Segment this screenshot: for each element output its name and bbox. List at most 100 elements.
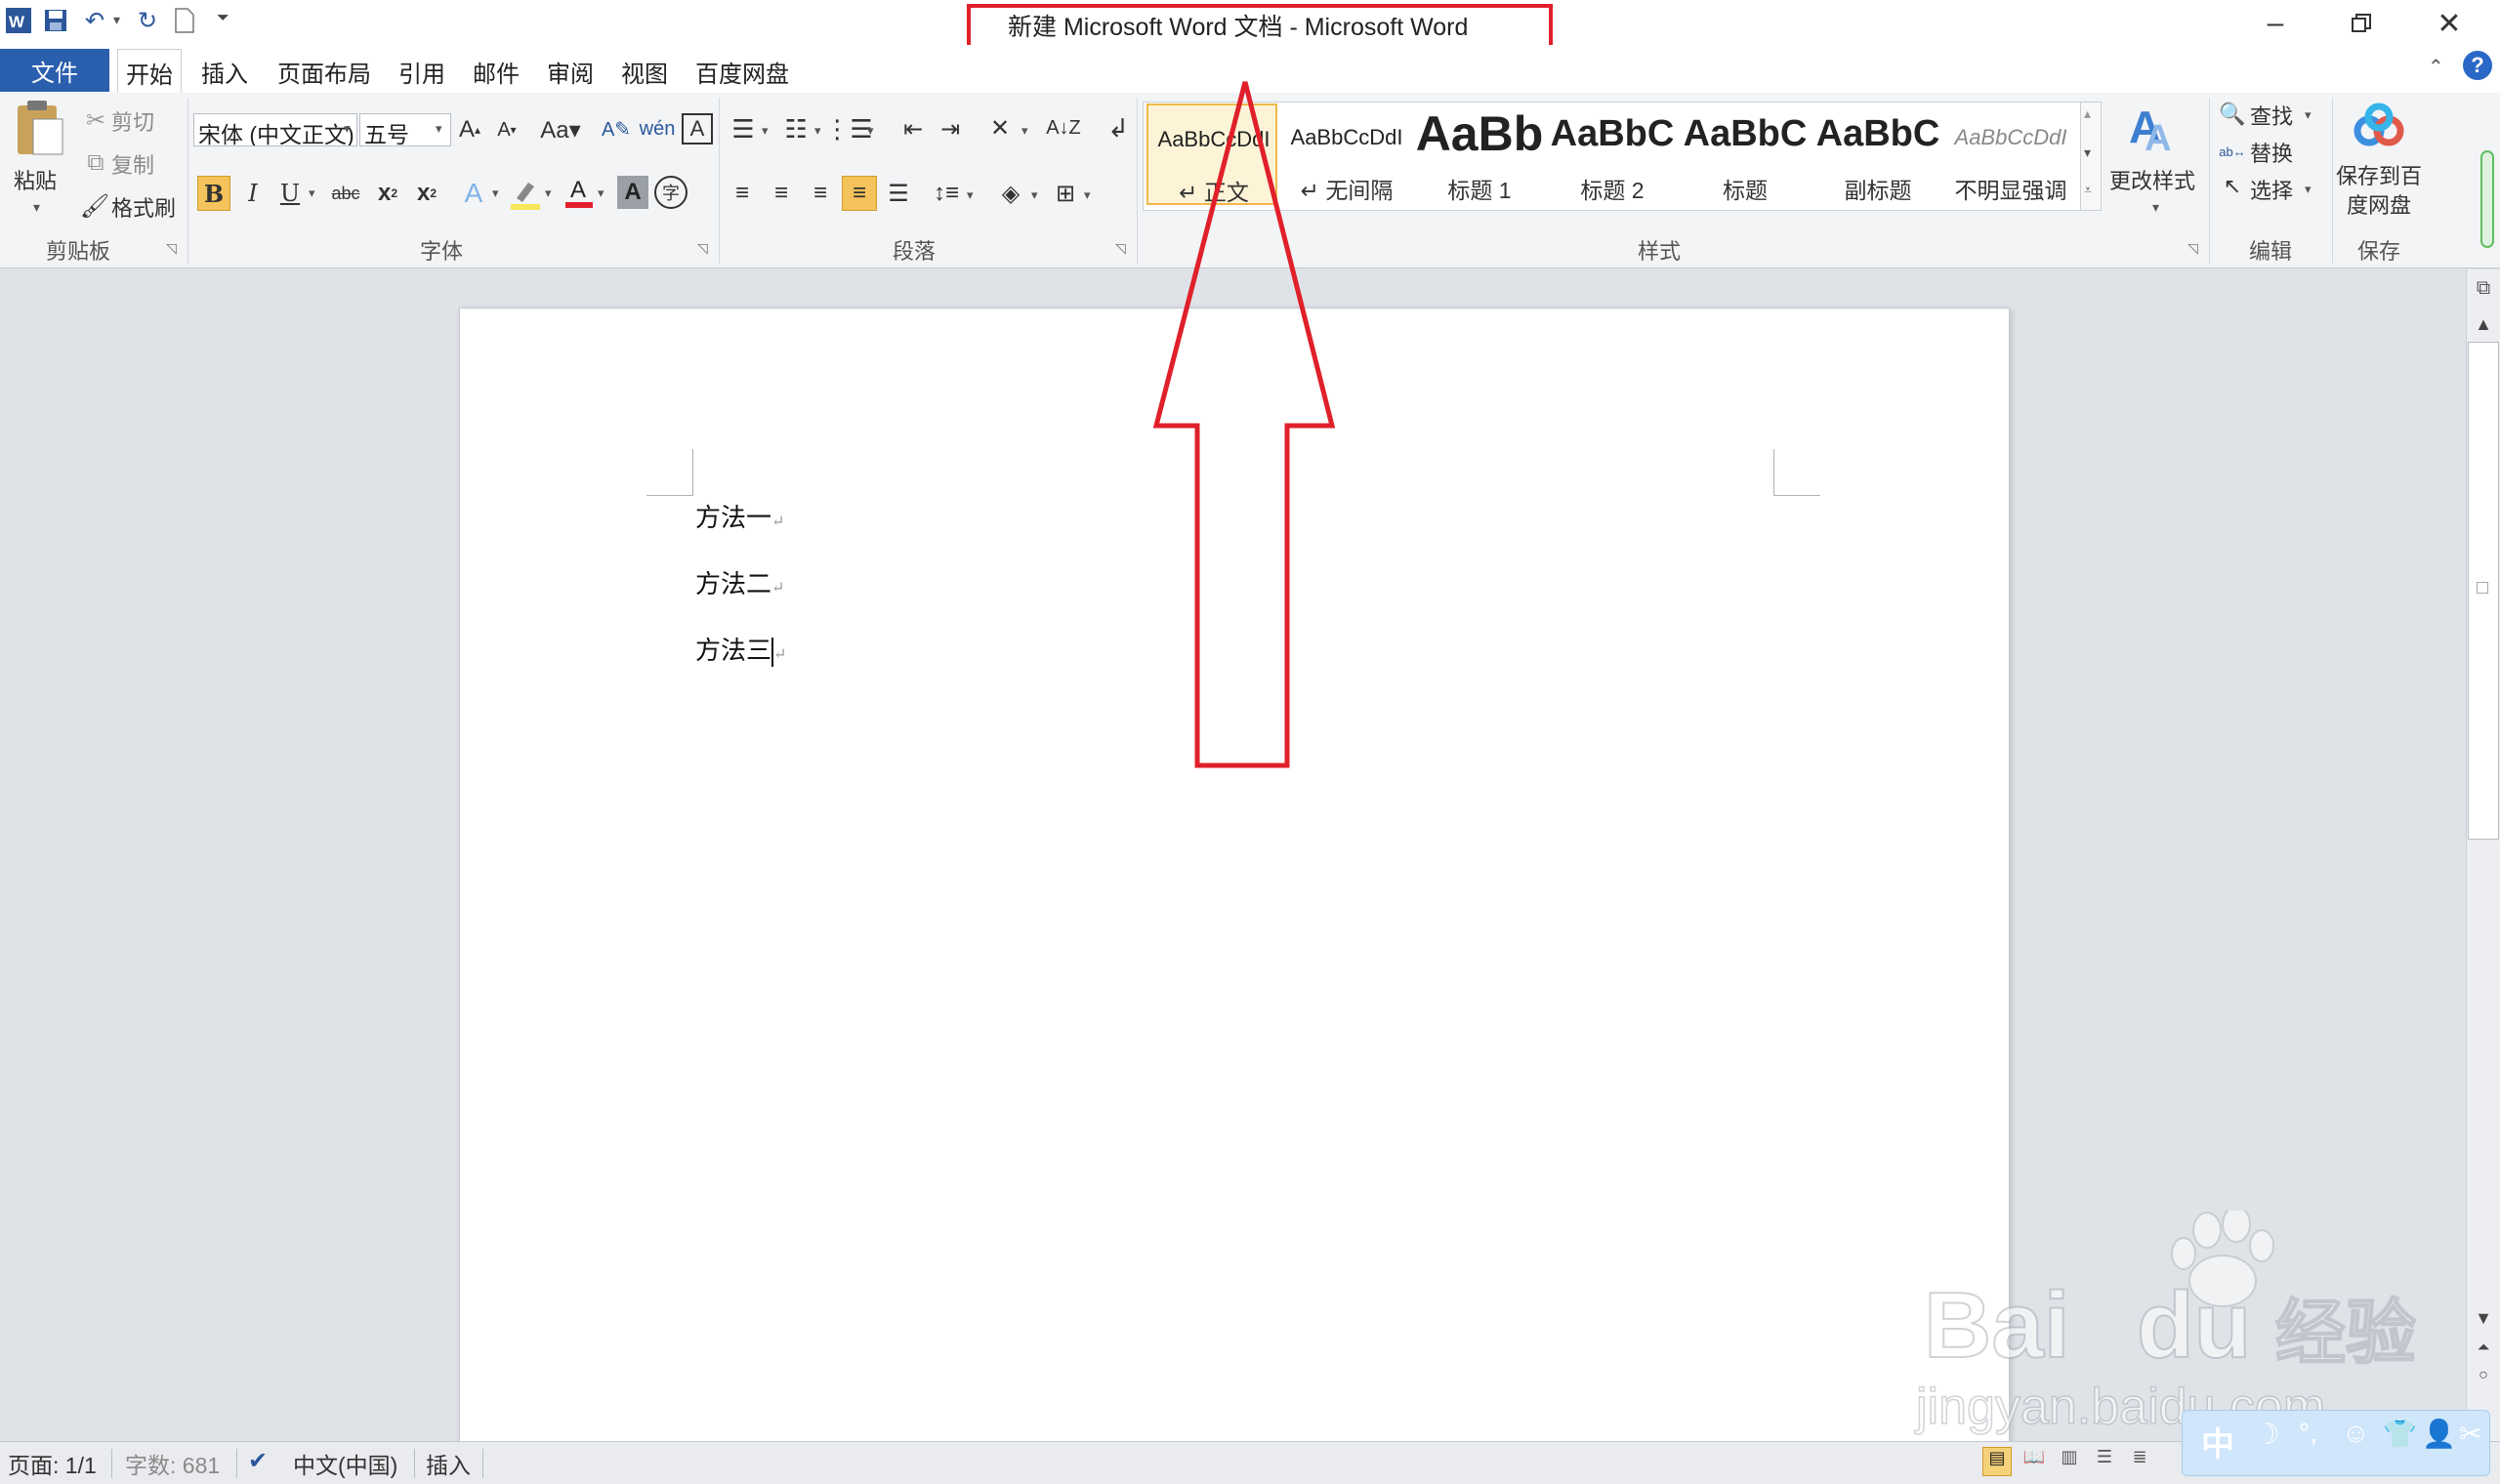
shrink-font-icon[interactable]: A ▾ xyxy=(492,113,521,146)
find-icon[interactable]: 🔍 xyxy=(2219,100,2246,129)
underline-dropdown-icon[interactable]: ▾ xyxy=(309,186,315,201)
text-effects-dropdown-icon[interactable]: ▾ xyxy=(492,186,499,201)
font-launcher-icon[interactable]: ◹ xyxy=(697,240,708,257)
ime-tools-icon[interactable]: ✂ xyxy=(2459,1418,2481,1450)
decrease-indent-icon[interactable]: ⇤ xyxy=(896,111,930,146)
tab-review[interactable]: 审阅 xyxy=(539,49,602,94)
print-layout-view-icon[interactable]: ▤ xyxy=(1982,1447,2012,1476)
text-effects-icon[interactable]: A xyxy=(457,176,490,211)
change-styles-dropdown-icon[interactable]: ▾ xyxy=(2152,199,2159,216)
styles-scroll-up-icon[interactable]: ▴ xyxy=(2084,105,2091,122)
character-shading-icon[interactable]: A xyxy=(617,176,648,209)
web-layout-icon[interactable]: ▥ xyxy=(2055,1447,2084,1476)
multilevel-dropdown-icon[interactable]: ▾ xyxy=(867,123,874,139)
status-insert-mode[interactable]: 插入 xyxy=(426,1447,471,1480)
redo-icon[interactable]: ↻ xyxy=(131,4,164,37)
sort-icon[interactable]: A↓Z xyxy=(1046,109,1081,146)
ime-keyboard-icon[interactable]: ☺ xyxy=(2342,1418,2370,1449)
paragraph[interactable]: 方法三 ↵ xyxy=(695,631,786,667)
collapse-ribbon-icon[interactable]: ⌃ xyxy=(2428,55,2444,79)
style-subtle-emphasis[interactable]: AaBbCcDdI 不明显强调 xyxy=(1945,103,2076,205)
font-name-combo[interactable]: 宋体 (中文正文) xyxy=(193,113,357,146)
paragraph[interactable]: 方法二↵ xyxy=(695,564,784,600)
highlight-dropdown-icon[interactable]: ▾ xyxy=(545,186,552,201)
select-icon[interactable]: ↖ xyxy=(2219,172,2246,201)
chinese-layout-icon[interactable]: ✕ xyxy=(980,109,1020,146)
format-painter-icon[interactable]: 🖌 xyxy=(80,191,109,221)
character-border-icon[interactable]: A xyxy=(682,113,713,144)
font-color-dropdown-icon[interactable]: ▾ xyxy=(598,186,604,201)
save-icon[interactable] xyxy=(39,4,72,37)
find-button[interactable]: 查找 xyxy=(2250,100,2293,131)
outline-view-icon[interactable]: ☰ xyxy=(2090,1447,2119,1476)
multilevel-list-icon[interactable]: ⋮☰ xyxy=(824,111,872,146)
cut-icon[interactable]: ✂ xyxy=(82,105,109,135)
replace-button[interactable]: 替换 xyxy=(2250,137,2293,168)
bullets-icon[interactable]: ☰ xyxy=(727,111,760,146)
line-spacing-dropdown-icon[interactable]: ▾ xyxy=(967,187,974,203)
justify-icon[interactable]: ≡ xyxy=(842,176,877,211)
select-dropdown-icon[interactable]: ▾ xyxy=(2305,182,2312,197)
clipboard-launcher-icon[interactable]: ◹ xyxy=(166,240,177,257)
tab-file[interactable]: 文件 xyxy=(0,49,109,92)
new-document-icon[interactable] xyxy=(168,4,201,37)
numbering-icon[interactable]: ☷ xyxy=(779,111,812,146)
minimize-icon[interactable]: – xyxy=(2246,4,2305,43)
tab-home[interactable]: 开始 xyxy=(117,49,182,96)
borders-icon[interactable]: ⊞ xyxy=(1049,176,1082,211)
font-size-dropdown-icon[interactable]: ▾ xyxy=(436,121,442,137)
bullets-dropdown-icon[interactable]: ▾ xyxy=(762,123,769,139)
paragraph[interactable]: 方法一↵ xyxy=(695,498,784,534)
increase-indent-icon[interactable]: ⇥ xyxy=(934,111,967,146)
ime-mode-indicator[interactable]: 中 xyxy=(2201,1418,2234,1465)
style-heading-2[interactable]: AaBbC 标题 2 xyxy=(1547,103,1678,205)
close-icon[interactable]: ✕ xyxy=(2420,4,2479,43)
undo-dropdown-icon[interactable]: ▾ xyxy=(113,12,120,28)
shading-dropdown-icon[interactable]: ▾ xyxy=(1031,187,1038,203)
cut-button[interactable]: 剪切 xyxy=(111,105,154,137)
clear-formatting-icon[interactable]: A✎ xyxy=(600,111,633,146)
tab-mailings[interactable]: 邮件 xyxy=(465,49,527,94)
full-screen-reading-icon[interactable]: 📖 xyxy=(2020,1447,2049,1476)
highlight-icon[interactable] xyxy=(508,176,543,211)
scroll-up-icon[interactable]: ▲ xyxy=(2469,314,2498,340)
style-title[interactable]: AaBbC 标题 xyxy=(1680,103,1811,205)
change-case-icon[interactable]: Aa▾ xyxy=(539,113,582,146)
line-spacing-icon[interactable]: ↕≡ xyxy=(930,176,963,211)
style-subtitle[interactable]: AaBbC 副标题 xyxy=(1812,103,1943,205)
baidu-netdisk-icon[interactable] xyxy=(2350,102,2408,156)
word-logo-icon[interactable]: W xyxy=(2,4,35,37)
enclose-characters-icon[interactable]: 字 xyxy=(654,176,688,209)
save-to-baidu-button[interactable]: 保存到百 度网盘 xyxy=(2332,162,2426,221)
shading-icon[interactable]: ◈ xyxy=(994,176,1027,211)
browse-object-icon[interactable]: ○ xyxy=(2469,1367,2498,1392)
phonetic-guide-icon[interactable]: wén xyxy=(640,111,676,146)
grow-font-icon[interactable]: A ▴ xyxy=(455,113,484,146)
tab-baidu-netdisk[interactable]: 百度网盘 xyxy=(688,49,797,94)
ruler-toggle-icon[interactable]: ⧉ xyxy=(2469,277,2498,307)
chinese-layout-dropdown-icon[interactable]: ▾ xyxy=(1021,123,1028,139)
styles-scroll-down-icon[interactable]: ▾ xyxy=(2084,144,2091,161)
proofing-icon[interactable]: ✔ xyxy=(248,1447,268,1475)
underline-icon[interactable]: U xyxy=(275,176,305,211)
paragraph-launcher-icon[interactable]: ◹ xyxy=(1115,240,1126,257)
change-styles-icon[interactable]: AA xyxy=(2127,100,2182,159)
tab-view[interactable]: 视图 xyxy=(613,49,676,94)
replace-icon[interactable]: ab↔ xyxy=(2219,137,2246,166)
find-dropdown-icon[interactable]: ▾ xyxy=(2305,107,2312,123)
status-language[interactable]: 中文(中国) xyxy=(293,1447,397,1480)
ime-user-icon[interactable]: 👤 xyxy=(2422,1418,2456,1450)
font-color-icon[interactable]: A xyxy=(562,174,596,209)
previous-page-icon[interactable]: ⏶ xyxy=(2469,1340,2498,1365)
ime-skin-icon[interactable]: 👕 xyxy=(2383,1418,2417,1450)
paste-button[interactable]: 粘贴 xyxy=(14,164,57,195)
style-heading-1[interactable]: AaBb 标题 1 xyxy=(1414,103,1545,205)
tab-page-layout[interactable]: 页面布局 xyxy=(270,49,379,94)
tab-insert[interactable]: 插入 xyxy=(193,49,256,94)
bold-icon[interactable]: B xyxy=(197,176,230,211)
align-left-icon[interactable]: ≡ xyxy=(725,176,760,211)
italic-icon[interactable]: I xyxy=(238,176,268,211)
select-button[interactable]: 选择 xyxy=(2250,174,2293,205)
align-right-icon[interactable]: ≡ xyxy=(803,176,838,211)
subscript-icon[interactable]: x2 xyxy=(371,176,404,211)
